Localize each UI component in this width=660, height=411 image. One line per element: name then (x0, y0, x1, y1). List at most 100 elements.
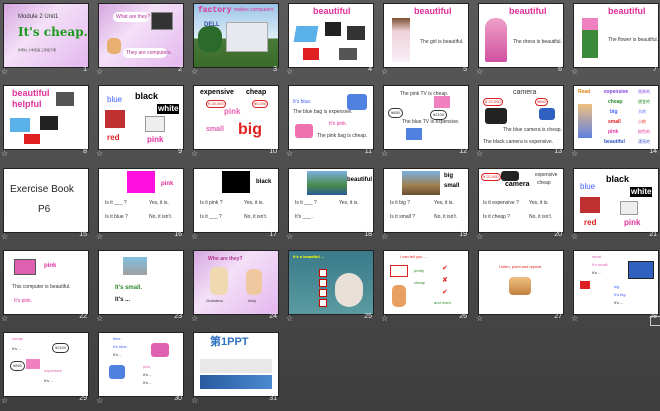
slide-thumbnail[interactable]: blue black white red pink (573, 168, 659, 233)
slide-thumbnail[interactable]: big small Is it big ? Yes, it is. Is it … (383, 168, 469, 233)
slide-text: big (610, 109, 618, 115)
slide-thumbnail[interactable]: ¥ 22,000 camera expensive cheap Is it ex… (478, 168, 564, 233)
slide-text: It's ... (44, 378, 54, 383)
slide-23[interactable]: It's small. It's ... ☆ 23 (95, 247, 190, 329)
slide-11[interactable]: It's blue. The blue bag is expensive. It… (285, 82, 380, 164)
slide-thumbnail[interactable]: Exercise Book P6 (3, 168, 89, 233)
slide-24[interactable]: Who are they? Grandma Amy ☆ 24 (190, 247, 285, 329)
slide-thumbnail[interactable]: pink This computer is beautiful. It's pi… (3, 250, 89, 315)
slide-thumbnail[interactable]: What are they? They are computers. (98, 3, 184, 68)
grandma-picture (210, 267, 228, 295)
slide-text: No, it isn't. (434, 214, 458, 220)
star-icon: ☆ (1, 232, 9, 241)
star-icon: ☆ (476, 232, 484, 241)
slide-6[interactable]: beautiful The dress is beautiful. ☆ 6 (475, 0, 570, 82)
slide-text: expensive (44, 368, 63, 373)
slide-number: 5 (463, 66, 467, 73)
slide-text: 外研社·小学英语·三年级下册 (18, 48, 56, 52)
slide-thumbnail[interactable]: It's a beautiful ... (288, 250, 374, 315)
slide-4[interactable]: beautiful ☆ 4 (285, 0, 380, 82)
slide-29[interactable]: cheap It's ... ¥2100 ¥850 expensive It's… (0, 329, 95, 411)
slide-title: It's cheap. (18, 25, 88, 39)
slide-text: Yes, it is. (434, 200, 454, 206)
slide-thumbnail[interactable]: beautiful The girl is beautiful. (383, 3, 469, 68)
slide-5[interactable]: beautiful The girl is beautiful. ☆ 5 (380, 0, 475, 82)
slide-text: It's ... (115, 297, 131, 303)
slide-text: cheap (608, 99, 623, 105)
slide-thumbnail[interactable]: expensive cheap ¥ 25,000 ¥5,000 pink sma… (193, 85, 279, 150)
slide-thumbnail[interactable]: Who are they? Grandma Amy (193, 250, 279, 315)
slide-30[interactable]: blue It's blue. It's ... pink It's ... I… (95, 329, 190, 411)
slide-thumbnail[interactable]: beautiful (288, 3, 374, 68)
star-icon: ☆ (381, 232, 389, 241)
slide-9[interactable]: blue black white red pink ☆ 9 (95, 82, 190, 164)
speech-bubble (390, 265, 408, 277)
slide-10[interactable]: expensive cheap ¥ 25,000 ¥5,000 pink sma… (190, 82, 285, 164)
slide-thumbnail[interactable]: black Is it pink ? Yes, it is. Is it ___… (193, 168, 279, 233)
tv-icon (26, 359, 40, 369)
slide-text: The pink bag is cheap. (317, 133, 368, 139)
slide-25[interactable]: It's a beautiful ... ☆ 25 (285, 247, 380, 329)
slide-thumbnail[interactable]: beautiful Is it ___ ? Yes, it is. It's _… (288, 168, 374, 233)
slide-2[interactable]: What are they? They are computers. ☆ 2 (95, 0, 190, 82)
slide-thumbnail[interactable]: beautiful helpful (3, 85, 89, 150)
slide-1[interactable]: Module 2 Unit1 It's cheap. 外研社·小学英语·三年级下… (0, 0, 95, 82)
slide-17[interactable]: black Is it pink ? Yes, it is. Is it ___… (190, 165, 285, 247)
slide-number: 2 (178, 66, 182, 73)
brand-logo: 第1PPT (210, 336, 249, 348)
slide-thumbnail[interactable]: It's small. It's ... (98, 250, 184, 315)
slide-thumbnail[interactable]: It's blue. The blue bag is expensive. It… (288, 85, 374, 150)
slide-8[interactable]: beautiful helpful ☆ 8 (0, 82, 95, 164)
slide-thumbnail[interactable]: cheap It's ... ¥2100 ¥850 expensive It's… (3, 332, 89, 397)
slide-27[interactable]: Listen, point and repeat. ☆ 27 (475, 247, 570, 329)
slide-19[interactable]: big small Is it big ? Yes, it is. Is it … (380, 165, 475, 247)
slide-16[interactable]: pink Is it ___ ? Yes, it is. Is it blue … (95, 165, 190, 247)
slide-22[interactable]: pink This computer is beautiful. It's pi… (0, 247, 95, 329)
slide-3[interactable]: factory makes computers DELL ☆ 3 (190, 0, 285, 82)
slide-18[interactable]: beautiful Is it ___ ? Yes, it is. It's _… (285, 165, 380, 247)
slide-text: 漂亮的 (638, 139, 650, 144)
slide-number: 4 (368, 66, 372, 73)
slide-12[interactable]: The pink TV is cheap. ¥850 ¥2100 The blu… (380, 82, 475, 164)
slide-text: factory (198, 6, 232, 15)
slide-28[interactable]: small It's small. It's ... big It's big.… (570, 247, 660, 329)
slide-7[interactable]: beautiful The flower is beautiful. ☆ 7 (570, 0, 660, 82)
slide-thumbnail[interactable]: Listen, point and repeat. (478, 250, 564, 315)
slide-text: I can tell you ... (400, 254, 427, 259)
slide-thumbnail[interactable]: beautiful The flower is beautiful. (573, 3, 659, 68)
slide-text: 昂贵的 (638, 89, 650, 94)
slide-text: beautiful (313, 6, 351, 16)
slide-thumbnail[interactable]: Module 2 Unit1 It's cheap. 外研社·小学英语·三年级下… (3, 3, 89, 68)
slide-text: It's ... (12, 346, 22, 351)
slide-thumbnail[interactable]: blue black white red pink (98, 85, 184, 150)
slide-13[interactable]: camera ¥ 22,000 ¥800 The blue camera is … (475, 82, 570, 164)
slide-thumbnail[interactable]: small It's small. It's ... big It's big.… (573, 250, 659, 315)
slide-thumbnail[interactable]: 第1PPT (193, 332, 279, 397)
bag-icon (347, 94, 367, 110)
slide-text: white (630, 187, 653, 197)
slide-thumbnail[interactable]: pink Is it ___ ? Yes, it is. Is it blue … (98, 168, 184, 233)
child-icon (392, 285, 406, 307)
slide-14[interactable]: Read expensive 昂贵的 cheap 便宜的 big 大的 smal… (570, 82, 660, 164)
star-icon: ☆ (476, 314, 484, 323)
slide-31[interactable]: 第1PPT ☆ 31 (190, 329, 285, 411)
slide-21[interactable]: blue black white red pink ☆ 21 (570, 165, 660, 247)
slide-text: Yes, it is. (244, 200, 264, 206)
slide-thumbnail[interactable]: beautiful The dress is beautiful. (478, 3, 564, 68)
star-icon: ☆ (191, 396, 199, 405)
slide-20[interactable]: ¥ 22,000 camera expensive cheap Is it ex… (475, 165, 570, 247)
slide-thumbnail[interactable]: I can tell you ... pretty cheap and more… (383, 250, 469, 315)
slide-thumbnail[interactable]: The pink TV is cheap. ¥850 ¥2100 The blu… (383, 85, 469, 150)
slide-26[interactable]: I can tell you ... pretty cheap and more… (380, 247, 475, 329)
slide-thumbnail[interactable]: factory makes computers DELL (193, 3, 279, 68)
slide-text: black (256, 179, 272, 185)
slide-thumbnail[interactable]: camera ¥ 22,000 ¥800 The blue camera is … (478, 85, 564, 150)
slide-15[interactable]: Exercise Book P6 ☆ 15 (0, 165, 95, 247)
slide-number: 15 (79, 231, 87, 238)
slide-thumbnail[interactable]: Read expensive 昂贵的 cheap 便宜的 big 大的 smal… (573, 85, 659, 150)
slide-text: It's blue. (113, 344, 128, 349)
laptop-icon (24, 134, 40, 144)
slide-text: pink (224, 107, 241, 116)
slide-sorter-icon[interactable] (650, 316, 660, 326)
slide-thumbnail[interactable]: blue It's blue. It's ... pink It's ... I… (98, 332, 184, 397)
